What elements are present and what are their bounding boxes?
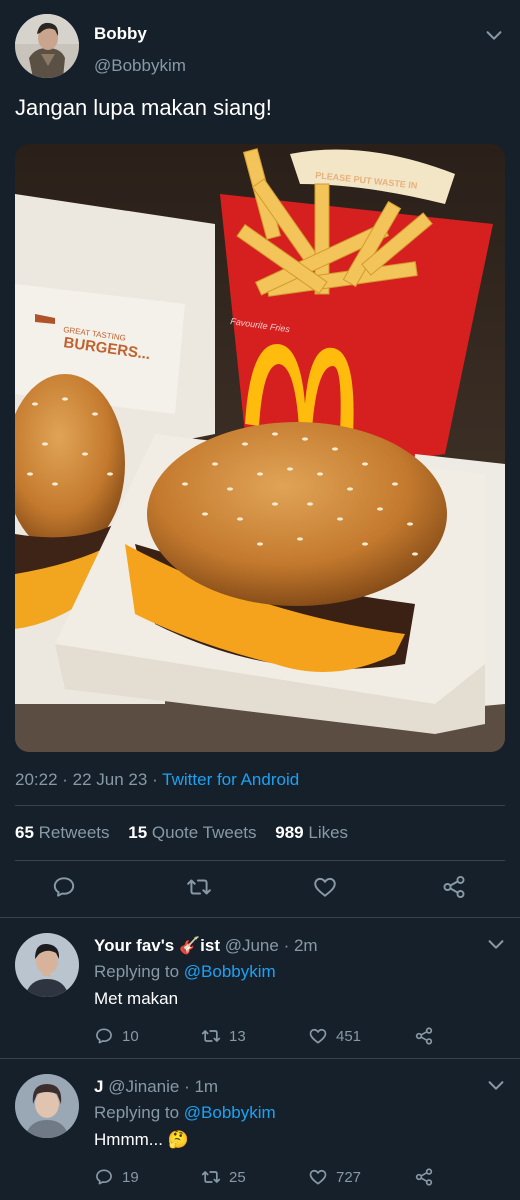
reply-like-button[interactable]: 727: [308, 1166, 361, 1188]
reply-header: J @Jinanie · 1m: [94, 1077, 218, 1097]
divider: [0, 917, 520, 918]
replying-to-handle[interactable]: @Bobbykim: [184, 1103, 276, 1122]
retweets-stat[interactable]: 65 Retweets: [15, 823, 110, 842]
reply-share-button[interactable]: [414, 1025, 442, 1047]
author-handle[interactable]: @Bobbykim: [94, 56, 186, 76]
retweet-icon: [201, 1030, 221, 1042]
divider: [0, 1058, 520, 1059]
reply-avatar[interactable]: [15, 933, 79, 997]
divider: [15, 860, 505, 861]
retweet-icon: [201, 1171, 221, 1183]
tweet-date: 22 Jun 23: [72, 770, 148, 789]
like-icon[interactable]: [312, 874, 338, 900]
tweet-meta: 20:22 · 22 Jun 23 · Twitter for Android: [15, 770, 299, 790]
reply-icon[interactable]: [51, 874, 77, 900]
reply-header: Your fav's 🎸ist @June · 2m: [94, 936, 318, 956]
like-icon: [309, 1169, 327, 1185]
reply-reply-button[interactable]: 19: [94, 1166, 139, 1188]
reply-author-handle[interactable]: @June: [225, 936, 279, 955]
chevron-down-icon[interactable]: [485, 1074, 507, 1096]
reply-reply-button[interactable]: 10: [94, 1025, 139, 1047]
like-count: 727: [336, 1168, 362, 1186]
tweet-stats: 65 Retweets 15 Quote Tweets 989 Likes: [15, 823, 362, 843]
reply-retweet-button[interactable]: 25: [201, 1166, 246, 1188]
quote-tweets-stat[interactable]: 15 Quote Tweets: [128, 823, 256, 842]
chevron-down-icon[interactable]: [483, 24, 505, 46]
divider: [15, 805, 505, 806]
tweet-photo[interactable]: GREAT TASTING BURGERS... PLEASE PUT WAST…: [15, 144, 505, 752]
reply-separator: ·: [184, 1077, 195, 1096]
reply-author-name[interactable]: J: [94, 1077, 103, 1096]
author-avatar[interactable]: [15, 14, 79, 78]
reply-icon: [96, 1028, 112, 1044]
tweet-time: 20:22: [15, 770, 58, 789]
reply-icon: [96, 1169, 112, 1185]
share-icon: [415, 1168, 433, 1186]
replying-to: Replying to @Bobbykim: [94, 962, 276, 981]
like-count: 451: [336, 1027, 362, 1045]
reply-text: Hmmm... 🤔: [94, 1130, 189, 1149]
reply-retweet-button[interactable]: 13: [201, 1025, 246, 1047]
reply-time: 1m: [194, 1077, 219, 1096]
tweet-actions: [15, 870, 505, 904]
reply-author-handle[interactable]: @Jinanie: [108, 1077, 179, 1096]
share-icon[interactable]: [441, 874, 467, 900]
retweet-count: 13: [229, 1027, 246, 1045]
reply-item[interactable]: J @Jinanie · 1m Replying to @Bobbykim Hm…: [0, 1074, 520, 1200]
reply-share-button[interactable]: [414, 1166, 442, 1188]
tweet-source[interactable]: Twitter for Android: [162, 770, 299, 789]
reply-time: 2m: [293, 936, 318, 955]
reply-actions: 19 25 727: [94, 1166, 494, 1188]
reply-author-name[interactable]: Your fav's 🎸ist: [94, 936, 220, 955]
reply-text: Met makan: [94, 989, 179, 1008]
meta-separator: ·: [62, 770, 73, 789]
reply-count: 19: [122, 1168, 139, 1186]
retweet-icon[interactable]: [186, 874, 212, 900]
tweet-text: Jangan lupa makan siang!: [15, 95, 272, 120]
reply-item[interactable]: Your fav's 🎸ist @June · 2m Replying to @…: [0, 933, 520, 1058]
replying-to: Replying to @Bobbykim: [94, 1103, 276, 1122]
reply-like-button[interactable]: 451: [308, 1025, 361, 1047]
replying-to-handle[interactable]: @Bobbykim: [184, 962, 276, 981]
reply-separator: ·: [283, 936, 294, 955]
tweet-header: Bobby @Bobbykim: [15, 14, 505, 80]
chevron-down-icon[interactable]: [485, 933, 507, 955]
likes-stat[interactable]: 989 Likes: [275, 823, 348, 842]
reply-avatar[interactable]: [15, 1074, 79, 1138]
retweet-count: 25: [229, 1168, 246, 1186]
like-icon: [309, 1028, 327, 1044]
share-icon: [415, 1027, 433, 1045]
author-name[interactable]: Bobby: [94, 24, 147, 44]
reply-actions: 10 13 451: [94, 1025, 494, 1047]
meta-separator: ·: [152, 770, 163, 789]
reply-count: 10: [122, 1027, 139, 1045]
